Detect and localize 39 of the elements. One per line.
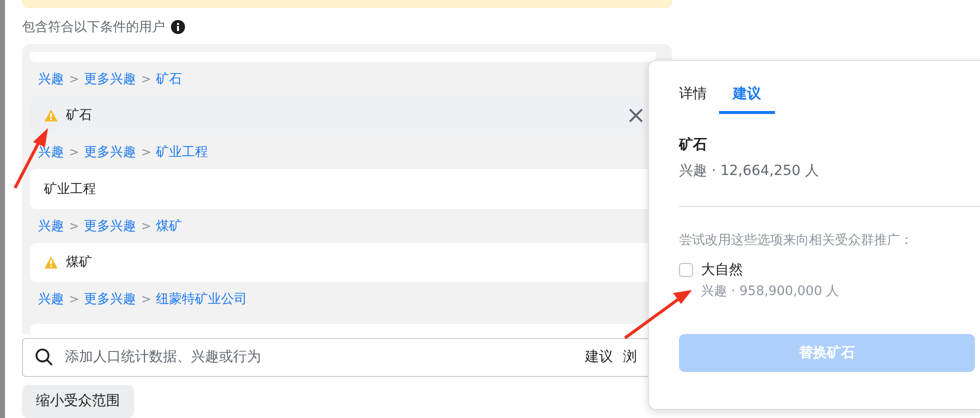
checkbox[interactable] [679,263,693,277]
breadcrumb-link[interactable]: 更多兴趣 [84,143,136,162]
breadcrumb-link[interactable]: 兴趣 [38,143,64,162]
criteria-label: 矿石 [66,107,92,124]
interest-size: 兴趣 · 12,664,250 人 [679,162,820,180]
criteria-label: 矿业工程 [44,180,96,198]
breadcrumb-separator: > [69,292,80,306]
breadcrumb-link[interactable]: 更多兴趣 [84,216,136,235]
search-link[interactable]: 浏 [623,348,637,366]
breadcrumb-link[interactable]: 更多兴趣 [84,70,136,88]
breadcrumb-link[interactable]: 煤矿 [156,216,182,235]
annotation-arrow [624,290,692,340]
narrow-audience-button[interactable]: 缩小受众范围 [22,384,134,418]
breadcrumb-link[interactable]: 兴趣 [38,290,64,308]
search-link[interactable]: 建议 [585,348,613,366]
tab[interactable]: 建议 [719,79,775,114]
breadcrumb-link[interactable]: 兴趣 [38,216,64,235]
info-icon [171,20,185,34]
option-size: 兴趣 · 958,900,000 人 [701,283,840,300]
breadcrumb-separator: > [69,145,80,160]
breadcrumb-link[interactable]: 纽蒙特矿业公司 [156,290,248,308]
interest-title: 矿石 [679,136,708,154]
breadcrumb-link[interactable]: 更多兴趣 [84,290,136,308]
breadcrumb-link[interactable]: 矿业工程 [156,143,208,162]
criteria-label: 煤矿 [66,254,92,272]
close-button[interactable]: × [622,103,650,128]
breadcrumb-separator: > [69,218,80,233]
option-label: 大自然 [701,261,744,279]
breadcrumb-separator: > [141,292,152,306]
breadcrumb-link[interactable]: 矿石 [156,70,182,88]
breadcrumb-separator: > [141,72,152,86]
breadcrumb-separator: > [69,72,80,86]
tab[interactable]: 详情 [679,79,721,114]
suggestion-hint: 尝试改用这些选项来向相关受众群推广： [679,232,914,249]
breadcrumb-separator: > [141,145,152,160]
section-heading: 包含符合以下条件的用户 [22,18,165,36]
search-icon [35,348,53,366]
breadcrumb-link[interactable]: 兴趣 [38,70,64,88]
breadcrumb-separator: > [141,218,152,233]
